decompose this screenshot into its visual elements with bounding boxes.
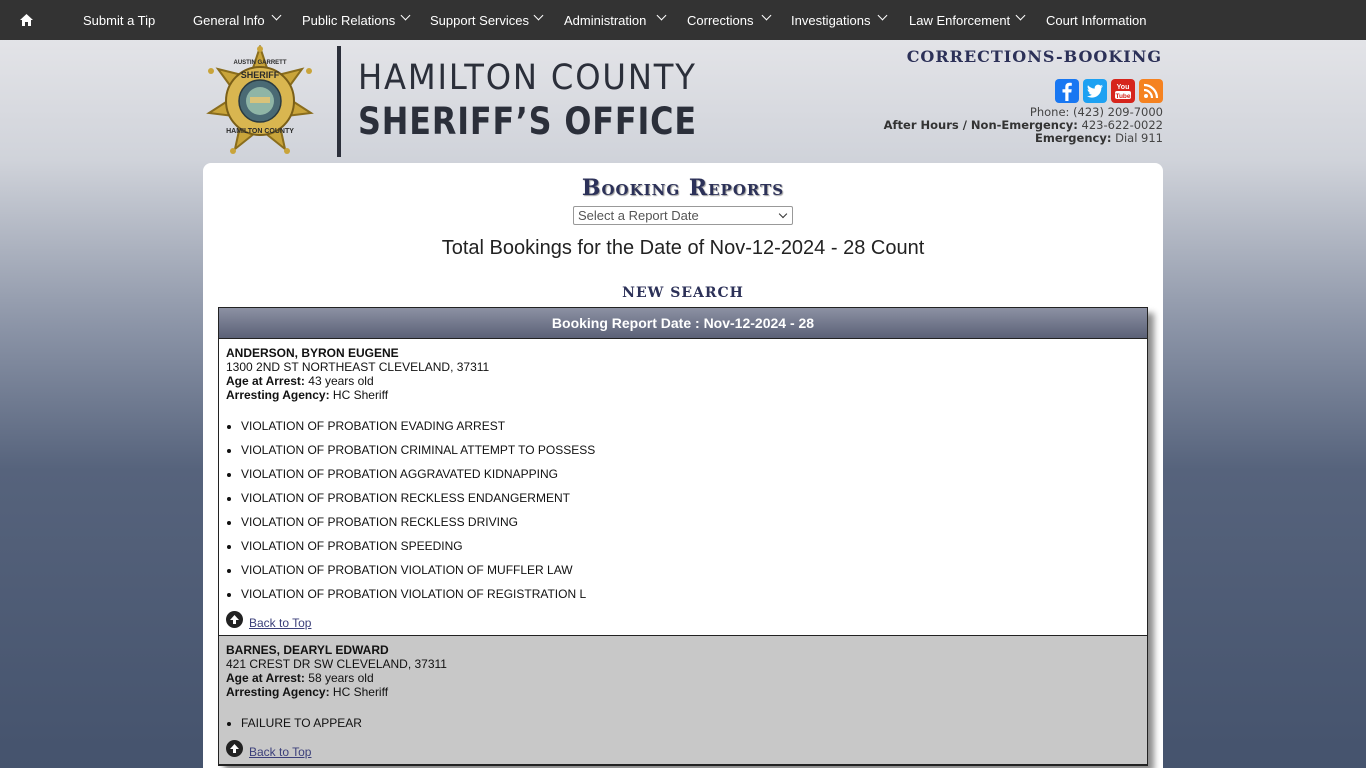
- top-navigation: Submit a Tip General Info Public Relatio…: [0, 0, 1366, 40]
- charges-list: VIOLATION OF PROBATION EVADING ARREST VI…: [241, 419, 1140, 601]
- back-to-top-link[interactable]: Back to Top: [249, 616, 311, 630]
- back-to-top: Back to Top: [226, 740, 1140, 764]
- badge-top-text: AUSTIN GARRETT: [234, 60, 287, 66]
- chevron-down-icon: [778, 209, 788, 219]
- after-hours-label: After Hours / Non-Emergency:: [883, 118, 1078, 132]
- nav-investigations[interactable]: Investigations: [791, 0, 871, 40]
- age-value: 43 years old: [308, 374, 374, 388]
- charge-item: VIOLATION OF PROBATION RECKLESS DRIVING: [241, 515, 1140, 529]
- nav-label: Corrections: [687, 12, 754, 28]
- rss-icon[interactable]: [1139, 79, 1163, 103]
- arrow-up-icon[interactable]: [226, 740, 243, 757]
- logo-divider: [337, 46, 341, 157]
- nav-label: Administration: [564, 12, 647, 28]
- charge-item: VIOLATION OF PROBATION RECKLESS ENDANGER…: [241, 491, 1140, 505]
- chevron-down-icon: [761, 10, 772, 21]
- agency-label: Arresting Agency:: [226, 685, 330, 699]
- twitter-icon[interactable]: [1083, 79, 1107, 103]
- booking-entry: BARNES, DEARYL EDWARD 421 CREST DR SW CL…: [219, 636, 1147, 765]
- svg-text:Tube: Tube: [1115, 93, 1130, 100]
- chevron-down-icon: [877, 10, 888, 21]
- nav-label: Support Services: [430, 12, 529, 28]
- agency-line: Arresting Agency: HC Sheriff: [226, 685, 1140, 699]
- home-icon: [19, 14, 33, 26]
- chevron-down-icon: [533, 10, 544, 21]
- logo-county-name: HAMILTON COUNTY: [358, 58, 697, 98]
- nav-label: Law Enforcement: [909, 12, 1011, 28]
- report-date-select-value: Select a Report Date: [578, 208, 699, 223]
- nav-public-relations[interactable]: Public Relations: [302, 0, 395, 40]
- phone-number: (423) 209-7000: [1073, 105, 1163, 119]
- emergency-number: Dial 911: [1115, 131, 1163, 145]
- back-to-top-link[interactable]: Back to Top: [249, 745, 311, 759]
- badge-mid-text: SHERIFF: [241, 70, 280, 80]
- emergency-line: Emergency: Dial 911: [884, 132, 1163, 145]
- nav-label: Submit a Tip: [83, 12, 156, 28]
- nav-court-information[interactable]: Court Information: [1046, 0, 1146, 40]
- back-to-top: Back to Top: [226, 611, 1140, 635]
- chevron-down-icon: [1015, 10, 1026, 21]
- logo-office-name: SHERIFF’S OFFICE: [358, 100, 697, 143]
- age-label: Age at Arrest:: [226, 374, 305, 388]
- charges-list: FAILURE TO APPEAR: [241, 716, 1140, 730]
- charge-item: VIOLATION OF PROBATION EVADING ARREST: [241, 419, 1140, 433]
- nav-corrections[interactable]: Corrections: [687, 0, 753, 40]
- charge-item: VIOLATION OF PROBATION VIOLATION OF MUFF…: [241, 563, 1140, 577]
- nav-general-info[interactable]: General Info: [193, 0, 265, 40]
- report-header: Booking Report Date : Nov-12-2024 - 28: [219, 308, 1147, 339]
- nav-home-link[interactable]: [0, 0, 52, 40]
- chevron-down-icon: [400, 10, 411, 21]
- charge-item: VIOLATION OF PROBATION CRIMINAL ATTEMPT …: [241, 443, 1140, 457]
- chevron-down-icon: [271, 10, 282, 21]
- booking-entry: ANDERSON, BYRON EUGENE 1300 2ND ST NORTH…: [219, 339, 1147, 636]
- inmate-name: ANDERSON, BYRON EUGENE: [226, 346, 399, 360]
- agency-value: HC Sheriff: [332, 388, 389, 402]
- page-title: Booking Reports: [581, 175, 785, 201]
- nav-label: General Info: [193, 12, 265, 28]
- charge-item: VIOLATION OF PROBATION AGGRAVATED KIDNAP…: [241, 467, 1140, 481]
- phone-label: Phone:: [1029, 105, 1070, 119]
- arrow-up-icon[interactable]: [226, 611, 243, 628]
- sheriff-badge-logo[interactable]: AUSTIN GARRETT SHERIFF HAMILTON COUNTY: [203, 45, 317, 157]
- charge-item: FAILURE TO APPEAR: [241, 716, 1140, 730]
- nav-submit-tip[interactable]: Submit a Tip: [83, 0, 155, 40]
- report-date-select[interactable]: Select a Report Date: [573, 206, 793, 225]
- new-search-link[interactable]: NEW SEARCH: [203, 285, 1163, 301]
- contact-info: Phone: (423) 209-7000 After Hours / Non-…: [884, 106, 1163, 145]
- nav-label: Court Information: [1046, 12, 1147, 28]
- charge-item: VIOLATION OF PROBATION VIOLATION OF REGI…: [241, 587, 1140, 601]
- age-value: 58 years old: [308, 671, 374, 685]
- nav-label: Public Relations: [302, 12, 396, 28]
- agency-label: Arresting Agency:: [226, 388, 330, 402]
- agency-line: Arresting Agency: HC Sheriff: [226, 388, 1140, 402]
- badge-bottom-text: HAMILTON COUNTY: [226, 128, 294, 135]
- agency-value: HC Sheriff: [332, 685, 389, 699]
- charge-item: VIOLATION OF PROBATION SPEEDING: [241, 539, 1140, 553]
- main-panel: Booking Reports Select a Report Date Tot…: [203, 163, 1163, 768]
- booking-report-table: Booking Report Date : Nov-12-2024 - 28 A…: [218, 307, 1148, 766]
- inmate-address: 421 CREST DR SW CLEVELAND, 37311: [226, 657, 447, 671]
- age-line: Age at Arrest: 43 years old: [226, 374, 1140, 388]
- facebook-icon[interactable]: [1055, 79, 1079, 103]
- age-label: Age at Arrest:: [226, 671, 305, 685]
- nav-administration[interactable]: Administration: [564, 0, 646, 40]
- inmate-name: BARNES, DEARYL EDWARD: [226, 643, 389, 657]
- chevron-down-icon: [656, 10, 667, 21]
- after-hours-number: 423-622-0022: [1081, 118, 1163, 132]
- total-bookings: Total Bookings for the Date of Nov-12-20…: [441, 237, 925, 259]
- youtube-icon[interactable]: You Tube: [1111, 79, 1135, 103]
- age-line: Age at Arrest: 58 years old: [226, 671, 1140, 685]
- nav-support-services[interactable]: Support Services: [430, 0, 529, 40]
- nav-label: Investigations: [791, 12, 871, 28]
- social-links: You Tube: [1055, 79, 1163, 103]
- nav-law-enforcement[interactable]: Law Enforcement: [909, 0, 1010, 40]
- svg-text:You: You: [1117, 84, 1130, 91]
- emergency-label: Emergency:: [1034, 131, 1112, 145]
- inmate-address: 1300 2ND ST NORTHEAST CLEVELAND, 37311: [226, 360, 490, 374]
- section-title: Corrections-Booking: [906, 47, 1162, 66]
